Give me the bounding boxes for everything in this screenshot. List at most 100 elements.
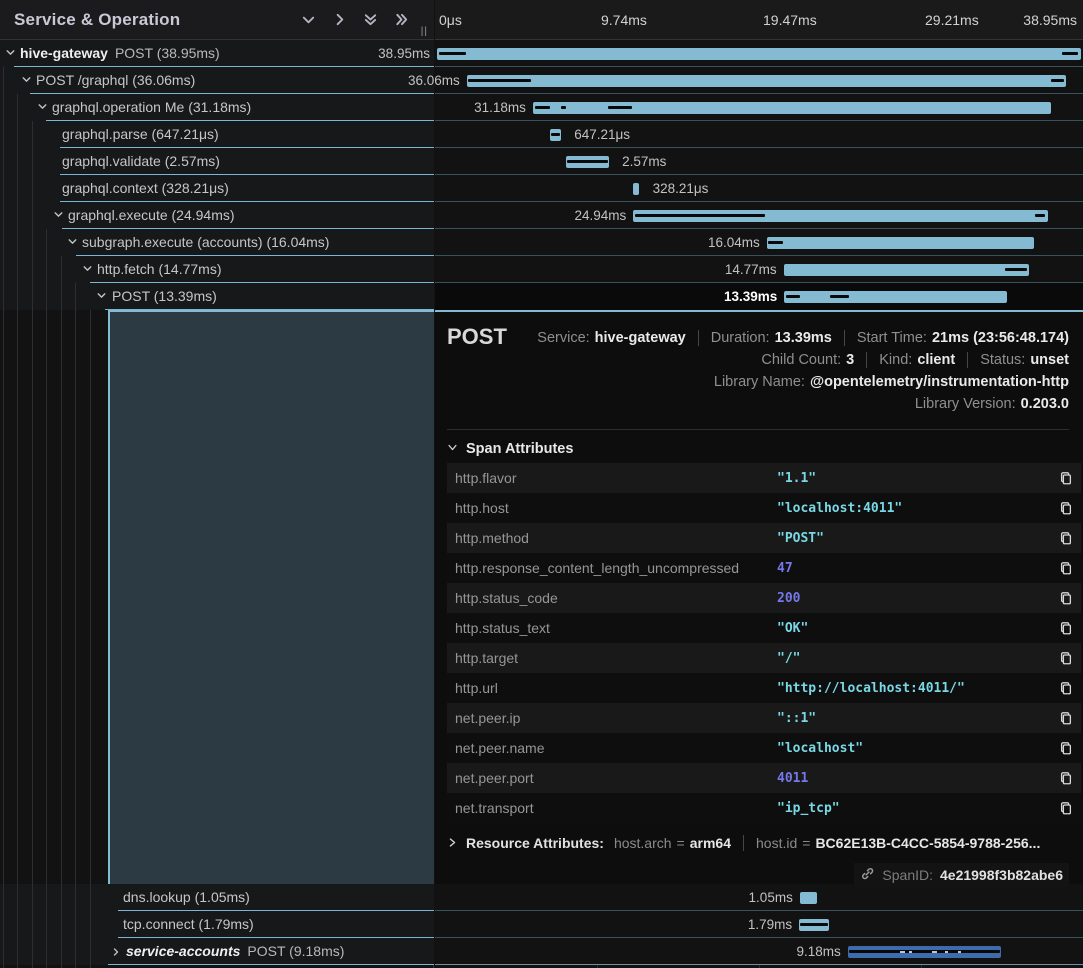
span-bar[interactable] [633, 183, 639, 195]
child-span-marker [468, 79, 532, 82]
chevron-down-icon[interactable] [4, 46, 18, 60]
chevron-down-icon[interactable] [81, 262, 95, 276]
attr-row: net.peer.name "localhost" [447, 733, 1081, 763]
tree-row-dns-lookup[interactable]: dns.lookup (1.05ms) [0, 884, 434, 911]
start-time-value: 21ms (23:56:48.174) [932, 330, 1069, 346]
tree-row-service-accounts[interactable]: service-accountsPOST (9.18ms) [0, 938, 434, 965]
library-name-label: Library Name: [714, 374, 805, 390]
child-count-label: Child Count: [761, 352, 841, 368]
chevron-right-icon[interactable] [110, 945, 124, 959]
copy-icon[interactable] [1051, 801, 1081, 816]
copy-icon[interactable] [1051, 651, 1081, 666]
tree-controls [300, 11, 424, 28]
link-icon[interactable] [860, 866, 875, 884]
attr-key: net.transport [447, 800, 777, 816]
detail-span-title: POST [447, 324, 507, 350]
chevron-down-icon[interactable] [95, 289, 109, 303]
span-bar[interactable] [467, 75, 1066, 87]
duration-label: 9.18ms [797, 938, 848, 965]
tree-row-http-fetch[interactable]: http.fetch (14.77ms) [0, 256, 434, 283]
copy-icon[interactable] [1051, 771, 1081, 786]
tree-row-graphql-context[interactable]: graphql.context (328.21μs) [0, 175, 434, 202]
bar-row: 14.77ms [435, 256, 1083, 283]
copy-icon[interactable] [1051, 711, 1081, 726]
tree-row-post-graphql[interactable]: POST /graphql (36.06ms) [0, 67, 434, 94]
span-bar[interactable] [566, 156, 609, 168]
copy-icon[interactable] [1051, 561, 1081, 576]
span-name: graphql.operation Me (31.18ms) [52, 94, 251, 120]
span-underline [108, 964, 434, 965]
span-bar-collapsed[interactable] [848, 946, 1002, 958]
tree-row-graphql-operation[interactable]: graphql.operation Me (31.18ms) [0, 94, 434, 121]
copy-icon[interactable] [1051, 741, 1081, 756]
copy-icon[interactable] [1051, 501, 1081, 516]
attr-row: http.target "/" [447, 643, 1081, 673]
attr-key: http.status_text [447, 620, 777, 636]
span-attributes-section-header[interactable]: Span Attributes [447, 440, 573, 458]
child-span-marker [535, 106, 550, 109]
span-bar[interactable] [799, 919, 829, 931]
tick-label: 29.21ms [925, 0, 979, 40]
span-id-value: 4e21998f3b82abe6 [940, 867, 1063, 883]
resource-attributes-title: Resource Attributes: [466, 835, 604, 851]
collapse-one-icon[interactable] [300, 11, 317, 28]
span-bar[interactable] [767, 237, 1034, 249]
timeline-ruler[interactable]: 0μs 9.74ms 19.47ms 29.21ms 38.95ms [435, 0, 1083, 40]
span-id-row: SpanID: 4e21998f3b82abe6 [854, 863, 1069, 887]
span-bar[interactable] [784, 264, 1030, 276]
child-span-marker [1005, 268, 1027, 271]
tree-row-post-selected[interactable]: POST (13.39ms) [0, 283, 434, 310]
duration-label: 36.06ms [408, 67, 467, 94]
attr-key: http.status_code [447, 590, 777, 606]
span-bar[interactable] [437, 48, 1081, 60]
tree-row-tcp-connect[interactable]: tcp.connect (1.79ms) [0, 911, 434, 938]
child-span-marker [635, 214, 766, 217]
meta-separator [698, 330, 699, 346]
tree-row-subgraph-execute[interactable]: subgraph.execute (accounts) (16.04ms) [0, 229, 434, 256]
collapse-all-icon[interactable] [362, 11, 379, 28]
attr-value: "/" [777, 651, 1051, 666]
expand-all-icon[interactable] [393, 11, 410, 28]
chevron-down-icon[interactable] [52, 208, 66, 222]
copy-icon[interactable] [1051, 591, 1081, 606]
expand-one-icon[interactable] [331, 11, 348, 28]
tree-row-hive-gateway-post[interactable]: hive-gatewayPOST (38.95ms) [0, 40, 434, 67]
span-bar[interactable] [800, 892, 817, 904]
child-span-marker [608, 106, 632, 109]
attr-value: "http://localhost:4011/" [777, 681, 1051, 696]
copy-icon[interactable] [1051, 681, 1081, 696]
copy-icon[interactable] [1051, 471, 1081, 486]
copy-icon[interactable] [1051, 531, 1081, 546]
child-span-marker [1062, 52, 1077, 55]
chevron-down-icon[interactable] [66, 235, 80, 249]
duration-value: 13.39ms [775, 330, 832, 346]
duration-label: 31.18ms [474, 94, 533, 121]
span-bar[interactable] [550, 129, 561, 141]
duration-label: 38.95ms [378, 40, 437, 67]
tick-label: 38.95ms [1023, 0, 1077, 40]
attr-value: 200 [777, 591, 1051, 606]
child-span-marker [768, 241, 783, 244]
attr-row: http.flavor "1.1" [447, 463, 1081, 493]
copy-icon[interactable] [1051, 621, 1081, 636]
resource-attributes-row[interactable]: Resource Attributes: host.arch = arm64 h… [447, 835, 1040, 851]
tree-row-graphql-execute[interactable]: graphql.execute (24.94ms) [0, 202, 434, 229]
span-bar[interactable] [784, 291, 1007, 303]
span-bar[interactable] [533, 102, 1051, 114]
attr-value: "localhost:4011" [777, 501, 1051, 516]
chevron-down-icon[interactable] [20, 73, 34, 87]
attr-row: net.transport "ip_tcp" [447, 793, 1081, 823]
section-title: Span Attributes [466, 441, 573, 457]
service-name: hive-gateway [20, 45, 108, 61]
attr-row: http.host "localhost:4011" [447, 493, 1081, 523]
tree-row-graphql-parse[interactable]: graphql.parse (647.21μs) [0, 121, 434, 148]
pane-resize-handle[interactable]: || [421, 26, 428, 37]
chevron-down-icon [447, 440, 458, 458]
span-bar[interactable] [633, 210, 1048, 222]
tree-row-graphql-validate[interactable]: graphql.validate (2.57ms) [0, 148, 434, 175]
chevron-down-icon[interactable] [36, 100, 50, 114]
status-label: Status: [980, 352, 1025, 368]
duration-label: 1.05ms [749, 884, 800, 911]
attr-value: 47 [777, 561, 1051, 576]
bar-row: 2.57ms [435, 148, 1083, 175]
